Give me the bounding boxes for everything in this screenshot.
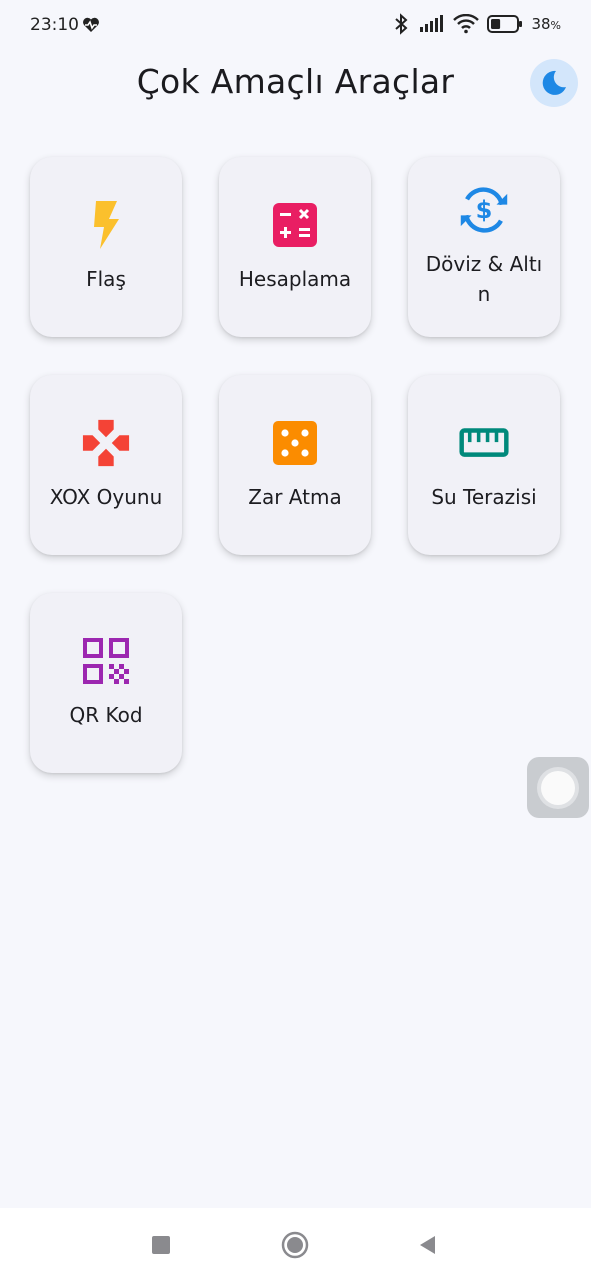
tool-label-currency: Döviz & Altın: [425, 252, 543, 306]
floating-assistive-button[interactable]: [527, 757, 589, 818]
tool-tile-level[interactable]: Su Terazisi: [408, 375, 560, 555]
heart-rate-icon: [83, 17, 99, 32]
tool-tile-currency[interactable]: $ Döviz & Altın: [408, 157, 560, 337]
home-button[interactable]: [280, 1230, 310, 1260]
status-time: 23:10: [30, 15, 79, 35]
currency-exchange-icon: $: [460, 187, 508, 233]
tool-tile-xox-game[interactable]: XOX Oyunu: [30, 375, 182, 555]
bluetooth-icon: [395, 13, 408, 35]
tool-label-flash: Flaş: [86, 267, 126, 291]
tool-tile-calculator[interactable]: Hesaplama: [219, 157, 371, 337]
home-icon: [281, 1231, 309, 1259]
tool-label-qr-code: QR Kod: [69, 703, 143, 727]
svg-text:$: $: [476, 196, 493, 224]
gamepad-icon: [82, 419, 130, 467]
battery-icon: [487, 15, 523, 33]
navigation-bar: [0, 1208, 591, 1280]
flash-icon: [94, 201, 119, 249]
tool-label-xox-game: XOX Oyunu: [49, 485, 163, 509]
qr-code-icon: [83, 638, 129, 684]
back-icon: [420, 1236, 435, 1254]
dice-icon: [273, 421, 317, 465]
tool-label-calculator: Hesaplama: [238, 267, 352, 291]
tool-tile-qr-code[interactable]: QR Kod: [30, 593, 182, 773]
back-button[interactable]: [412, 1230, 442, 1260]
theme-toggle-button[interactable]: [530, 59, 578, 107]
battery-percent-sign: %: [550, 19, 561, 32]
recent-apps-icon: [152, 1236, 170, 1254]
tool-label-level: Su Terazisi: [431, 485, 537, 509]
signal-icon: [420, 15, 444, 32]
moon-icon: [542, 70, 566, 95]
assistive-touch-icon: [541, 770, 575, 805]
battery-percentage: 38: [531, 15, 551, 33]
tool-label-dice: Zar Atma: [248, 485, 342, 509]
status-bar: 23:10 38%: [0, 0, 591, 52]
calculator-icon: [273, 203, 317, 247]
tool-tile-flash[interactable]: Flaş: [30, 157, 182, 337]
ruler-icon: [459, 428, 509, 457]
tool-tile-dice[interactable]: Zar Atma: [219, 375, 371, 555]
page-title: Çok Amaçlı Araçlar: [136, 62, 455, 101]
status-icons: 38%: [391, 13, 561, 35]
wifi-icon: [453, 14, 480, 34]
recent-apps-button[interactable]: [146, 1230, 176, 1260]
